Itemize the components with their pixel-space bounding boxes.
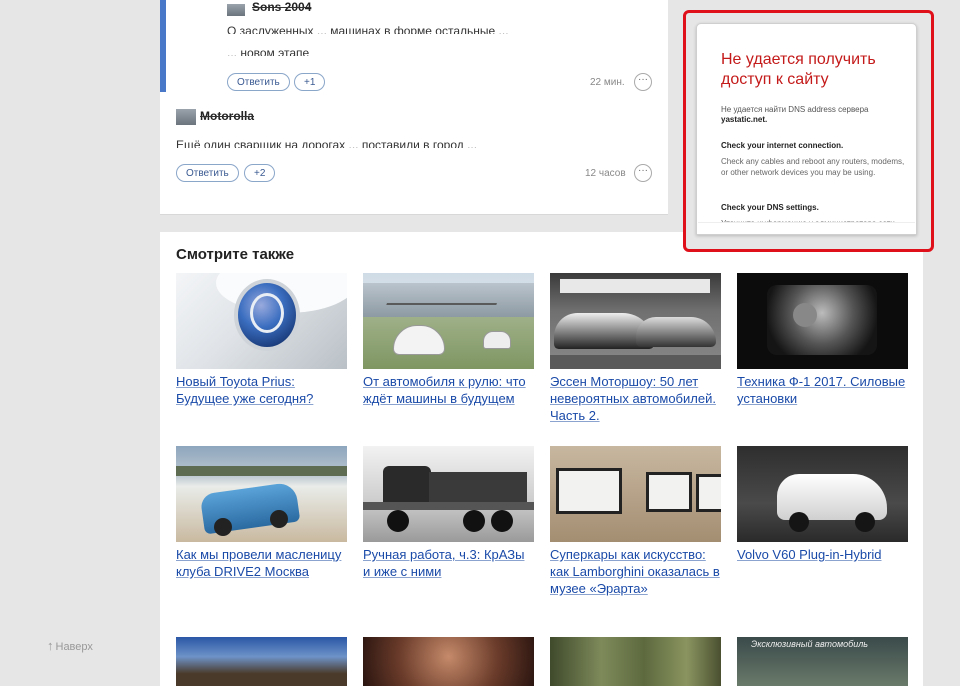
thumb-f1-engine[interactable]	[737, 273, 908, 369]
comment-highlight-bar	[160, 0, 166, 92]
article-link[interactable]: Техника Ф-1 2017. Силовые установки	[737, 373, 908, 407]
comment-author[interactable]: Motorolla	[200, 109, 254, 123]
article-card[interactable]: Техника Ф-1 2017. Силовые установки	[737, 273, 908, 407]
thumb-exclusive-car[interactable]: Эксклюзивный автомобиль	[737, 637, 908, 686]
comment-text: О заслуженных ... машинах в форме осталь…	[227, 24, 509, 38]
more-options-icon[interactable]: ···	[634, 73, 652, 91]
see-also-section: Смотрите также Новый Toyota Prius: Будущ…	[160, 232, 923, 686]
thumb-lamborghini-art[interactable]	[550, 446, 721, 542]
error-host: yastatic.net.	[721, 115, 768, 124]
article-link[interactable]: Эссен Моторшоу: 50 лет невероятных автом…	[550, 373, 721, 424]
comment-author[interactable]: Sons 2004	[252, 0, 311, 14]
reply-button[interactable]: Ответить	[176, 164, 239, 182]
check-internet-text: Check any cables and reboot any routers,…	[721, 157, 905, 177]
section-title: Смотрите также	[176, 246, 295, 263]
thumb-kraz-truck[interactable]	[363, 446, 534, 542]
error-description: Не удается найти DNS address сервера	[721, 105, 869, 114]
thumb-caption: Эксклюзивный автомобиль	[751, 639, 869, 649]
article-card[interactable]	[363, 637, 534, 686]
article-card[interactable]	[550, 637, 721, 686]
thumb-forest-wrecks[interactable]	[550, 637, 721, 686]
article-card[interactable]: Как мы провели масленицу клуба DRIVE2 Мо…	[176, 446, 347, 580]
article-link[interactable]: Ручная работа, ч.3: КрАЗы и иже с ними	[363, 546, 534, 580]
comment-time: 22 мин.	[590, 77, 625, 88]
reply-button[interactable]: Ответить	[227, 73, 290, 91]
scroll-to-top-label: Наверх	[55, 641, 93, 653]
more-options-icon[interactable]: ···	[634, 164, 652, 182]
thumb-volvo-v60[interactable]	[737, 446, 908, 542]
plus-one-button[interactable]: +1	[294, 73, 326, 91]
dns-error-panel: Не удается получить доступ к сайту Не уд…	[696, 23, 917, 235]
article-card[interactable]: Суперкары как искусство: как Lamborghini…	[550, 446, 721, 597]
article-link[interactable]: Новый Toyota Prius: Будущее уже сегодня?	[176, 373, 347, 407]
article-card[interactable]: Ручная работа, ч.3: КрАЗы и иже с ними	[363, 446, 534, 580]
error-title: Не удается получить доступ к сайту	[721, 51, 876, 88]
scroll-to-top-button[interactable]: ↑ Наверх	[47, 638, 93, 653]
comments-card: Sons 2004 О заслуженных ... машинах в фо…	[160, 0, 668, 215]
article-card[interactable]: Эксклюзивный автомобиль	[737, 637, 908, 686]
panel-bottom-edge	[698, 222, 915, 234]
comment-text: Ещё один сварщик на дорогах ... поставил…	[176, 138, 478, 152]
thumb-sculpture[interactable]	[363, 637, 534, 686]
comment-time: 12 часов	[585, 168, 626, 179]
thumb-offroad-suv[interactable]	[176, 446, 347, 542]
article-link[interactable]: Суперкары как искусство: как Lamborghini…	[550, 546, 721, 597]
article-card[interactable]: Volvo V60 Plug-in-Hybrid	[737, 446, 908, 563]
article-card[interactable]	[176, 637, 347, 686]
avatar[interactable]	[227, 4, 245, 16]
article-card[interactable]: Эссен Моторшоу: 50 лет невероятных автом…	[550, 273, 721, 424]
check-dns-heading: Check your DNS settings.	[721, 203, 819, 212]
thumb-toyota-prius[interactable]	[176, 273, 347, 369]
error-highlight-frame: Не удается получить доступ к сайту Не уд…	[683, 10, 934, 252]
check-internet-heading: Check your internet connection.	[721, 141, 844, 150]
comment-text: ... новом этапе	[227, 46, 310, 60]
article-link[interactable]: Volvo V60 Plug-in-Hybrid	[737, 546, 908, 563]
plus-two-button[interactable]: +2	[244, 164, 276, 182]
avatar[interactable]	[176, 109, 196, 125]
article-card[interactable]: От автомобиля к рулю: что ждёт машины в …	[363, 273, 534, 407]
thumb-mountains[interactable]	[176, 637, 347, 686]
article-link[interactable]: Как мы провели масленицу клуба DRIVE2 Мо…	[176, 546, 347, 580]
thumb-concept-car[interactable]	[363, 273, 534, 369]
article-link[interactable]: От автомобиля к рулю: что ждёт машины в …	[363, 373, 534, 407]
arrow-up-icon: ↑	[47, 638, 54, 653]
thumb-essen-race-cars[interactable]	[550, 273, 721, 369]
article-card[interactable]: Новый Toyota Prius: Будущее уже сегодня?	[176, 273, 347, 407]
